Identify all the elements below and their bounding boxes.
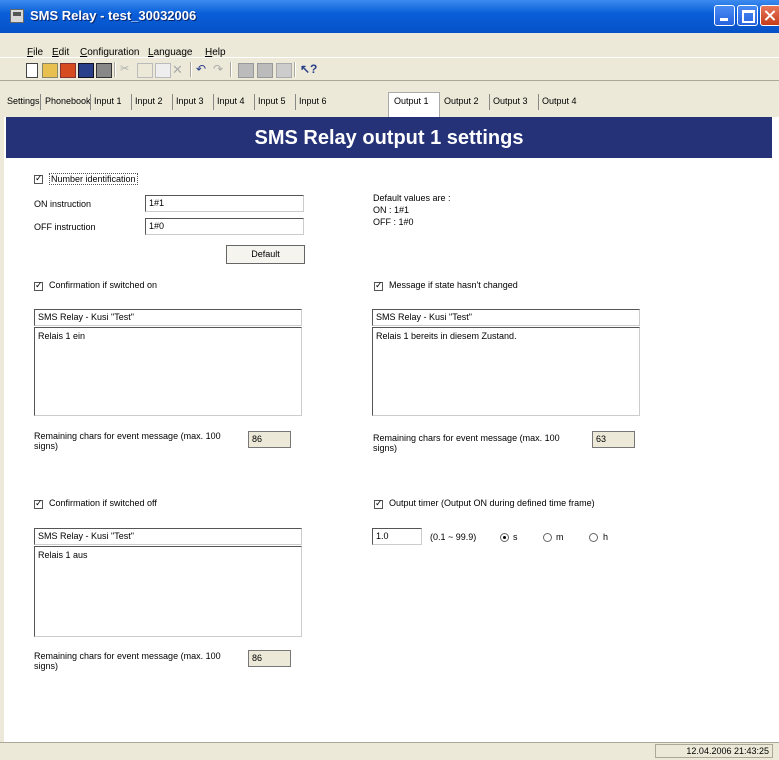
write-device-icon[interactable] bbox=[257, 63, 273, 78]
print-icon[interactable] bbox=[96, 63, 112, 78]
tab-phonebook[interactable]: Phonebook bbox=[45, 96, 91, 106]
minimize-button[interactable] bbox=[714, 5, 735, 26]
confirm-off-message-textarea[interactable]: Relais 1 aus bbox=[34, 546, 302, 637]
tab-input-4[interactable]: Input 4 bbox=[217, 96, 245, 106]
unit-hours-label: h bbox=[603, 532, 609, 542]
read-device-icon[interactable] bbox=[238, 63, 254, 78]
unchanged-message-textarea[interactable]: Relais 1 bereits in diesem Zustand. bbox=[372, 327, 640, 416]
confirm-on-message-textarea[interactable]: Relais 1 ein bbox=[34, 327, 302, 416]
tab-strip: Settings Phonebook Input 1 Input 2 Input… bbox=[0, 81, 779, 117]
close-button[interactable] bbox=[760, 5, 779, 26]
confirm-off-label: Confirmation if switched off bbox=[49, 498, 157, 508]
confirm-off-checkbox[interactable] bbox=[34, 498, 43, 510]
unchanged-checkbox[interactable] bbox=[374, 280, 383, 292]
tab-output-1[interactable]: Output 1 bbox=[394, 96, 429, 106]
open-icon[interactable] bbox=[42, 63, 58, 78]
tab-input-2[interactable]: Input 2 bbox=[135, 96, 163, 106]
copy-icon[interactable] bbox=[137, 63, 153, 78]
help-pointer-icon[interactable]: ↖? bbox=[300, 63, 317, 76]
redo-icon[interactable]: ↷ bbox=[213, 63, 227, 76]
confirm-on-label: Confirmation if switched on bbox=[49, 280, 158, 290]
unit-hours-radio[interactable] bbox=[589, 533, 598, 542]
unchanged-label: Message if state hasn't changed bbox=[389, 280, 518, 290]
unit-seconds-label: s bbox=[513, 532, 518, 542]
default-off-value: OFF : 1#0 bbox=[373, 217, 414, 227]
open-folder-icon[interactable] bbox=[60, 63, 76, 78]
tab-output-3[interactable]: Output 3 bbox=[493, 96, 528, 106]
unit-seconds-radio[interactable] bbox=[500, 533, 509, 542]
off-instruction-label: OFF instruction bbox=[34, 222, 96, 232]
delete-icon[interactable]: ✕ bbox=[172, 63, 186, 76]
confirm-off-remaining-label: Remaining chars for event message (max. … bbox=[34, 651, 221, 671]
unit-minutes-label: m bbox=[556, 532, 564, 542]
cut-icon[interactable]: ✂ bbox=[120, 63, 134, 76]
tab-output-4[interactable]: Output 4 bbox=[542, 96, 577, 106]
tab-input-6[interactable]: Input 6 bbox=[299, 96, 327, 106]
save-icon[interactable] bbox=[78, 63, 94, 78]
paste-icon[interactable] bbox=[155, 63, 171, 78]
output-timer-input[interactable]: 1.0 bbox=[372, 528, 422, 545]
output-timer-range: (0.1 ~ 99.9) bbox=[430, 532, 477, 542]
off-instruction-input[interactable]: 1#0 bbox=[145, 218, 304, 235]
new-icon[interactable] bbox=[26, 63, 38, 78]
status-bar: 12.04.2006 21:43:25 bbox=[0, 742, 779, 760]
confirm-on-checkbox[interactable] bbox=[34, 280, 43, 292]
status-datetime: 12.04.2006 21:43:25 bbox=[655, 744, 773, 758]
tab-input-1[interactable]: Input 1 bbox=[94, 96, 122, 106]
window-title: SMS Relay - test_30032006 bbox=[30, 8, 197, 23]
confirm-off-remaining-count: 86 bbox=[248, 650, 291, 667]
tab-settings[interactable]: Settings bbox=[7, 96, 40, 106]
undo-icon[interactable]: ↶ bbox=[196, 63, 210, 76]
unit-minutes-radio[interactable] bbox=[543, 533, 552, 542]
app-icon bbox=[10, 9, 24, 23]
menu-bar: File Edit Configuration Language Help bbox=[0, 33, 779, 58]
default-on-value: ON : 1#1 bbox=[373, 205, 410, 215]
page-title: SMS Relay output 1 settings bbox=[254, 127, 524, 149]
unchanged-remaining-count: 63 bbox=[592, 431, 635, 448]
confirm-on-sender-input[interactable]: SMS Relay - Kusi "Test" bbox=[34, 309, 302, 326]
toolbar: ✂ ✕ ↶ ↷ ↖? bbox=[0, 57, 779, 81]
number-identification-label: Number identification bbox=[49, 173, 138, 185]
number-identification-checkbox[interactable] bbox=[34, 173, 43, 185]
unchanged-sender-input[interactable]: SMS Relay - Kusi "Test" bbox=[372, 309, 640, 326]
output-timer-checkbox[interactable] bbox=[374, 498, 383, 510]
tab-input-3[interactable]: Input 3 bbox=[176, 96, 204, 106]
maximize-button[interactable] bbox=[737, 5, 758, 26]
default-values-heading: Default values are : bbox=[373, 193, 451, 203]
on-instruction-input[interactable]: 1#1 bbox=[145, 195, 304, 212]
unchanged-remaining-label: Remaining chars for event message (max. … bbox=[373, 433, 560, 453]
output-timer-label: Output timer (Output ON during defined t… bbox=[389, 498, 595, 508]
default-button[interactable]: Default bbox=[226, 245, 305, 264]
confirm-on-remaining-label: Remaining chars for event message (max. … bbox=[34, 431, 221, 451]
tab-input-5[interactable]: Input 5 bbox=[258, 96, 286, 106]
confirm-off-sender-input[interactable]: SMS Relay - Kusi "Test" bbox=[34, 528, 302, 545]
on-instruction-label: ON instruction bbox=[34, 199, 92, 209]
confirm-on-remaining-count: 86 bbox=[248, 431, 291, 448]
device-icon[interactable] bbox=[276, 63, 292, 78]
tab-output-2[interactable]: Output 2 bbox=[444, 96, 479, 106]
